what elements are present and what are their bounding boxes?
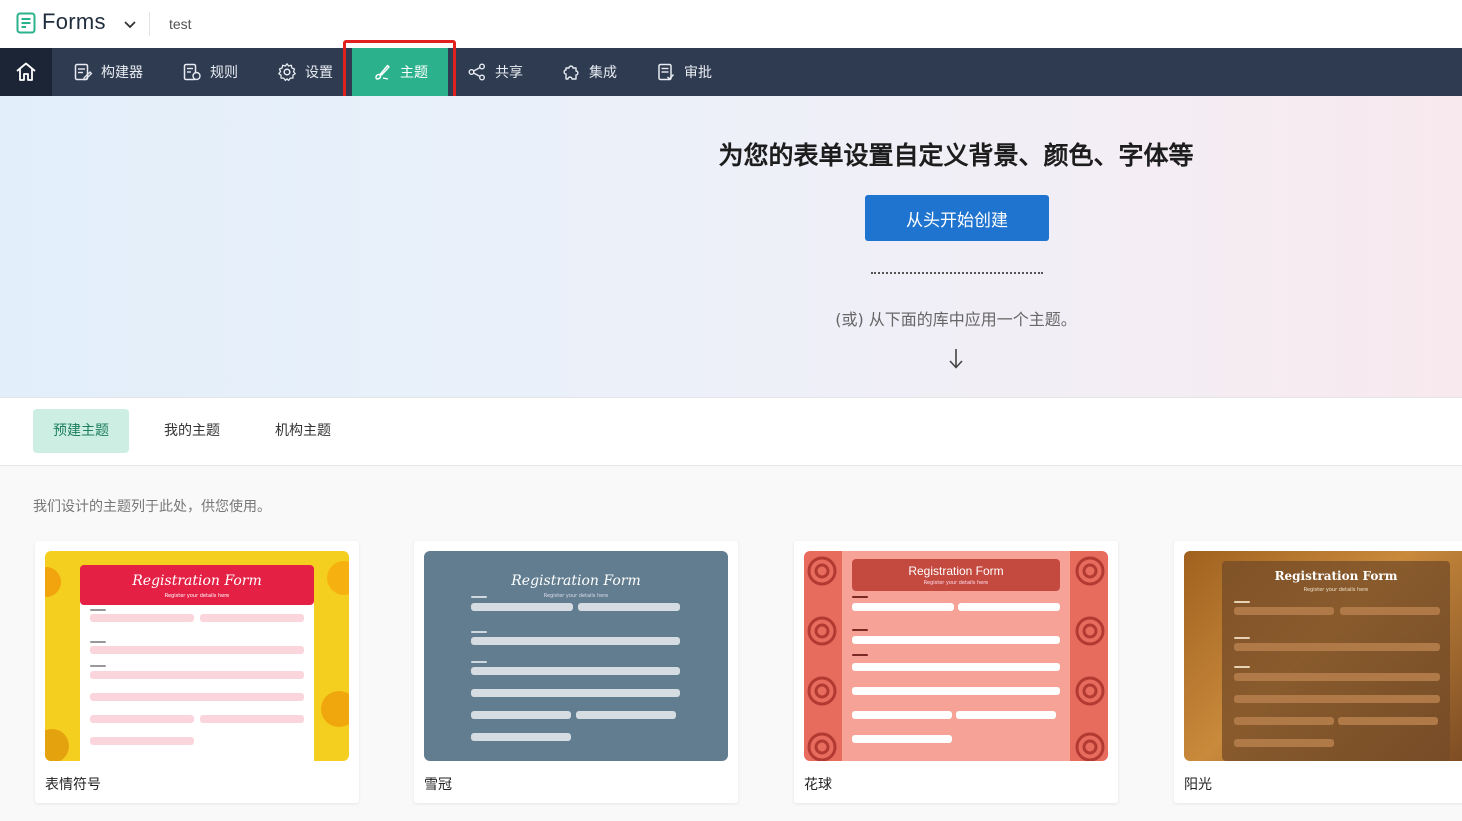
theme-hero: 为您的表单设置自定义背景、颜色、字体等 从头开始创建 (或) 从下面的库中应用一… <box>0 96 1462 398</box>
preview-subtitle: Register your details here <box>1303 587 1369 593</box>
tab-rules[interactable]: 规则 <box>182 48 238 96</box>
rules-icon <box>183 63 201 81</box>
tab-integrations[interactable]: 集成 <box>561 48 617 96</box>
tab-share-label: 共享 <box>495 65 523 81</box>
preview-subtitle: Register your details here <box>543 593 609 599</box>
tab-my-themes[interactable]: 我的主题 <box>144 409 240 453</box>
theme-name: 阳光 <box>1184 777 1212 793</box>
form-name[interactable]: test <box>169 16 192 32</box>
preview-title: Registration Form <box>132 573 262 589</box>
top-bar: Forms test <box>0 0 1462 48</box>
tab-prebuilt-themes[interactable]: 预建主题 <box>33 409 129 453</box>
theme-preview-sunshine[interactable]: Registration Form Register your details … <box>1184 551 1462 761</box>
tab-builder-label: 构建器 <box>101 65 143 81</box>
top-divider <box>149 12 150 36</box>
tab-builder[interactable]: 构建器 <box>73 48 143 96</box>
gallery-description: 我们设计的主题列于此处，供您使用。 <box>33 499 271 515</box>
preview-subtitle: Register your details here <box>164 593 230 599</box>
approval-icon <box>658 63 675 81</box>
tab-settings-label: 设置 <box>305 65 333 81</box>
tab-share[interactable]: 共享 <box>467 48 523 96</box>
puzzle-icon <box>563 65 579 80</box>
tab-integrations-label: 集成 <box>589 65 617 81</box>
hero-divider <box>871 272 1043 274</box>
app-name[interactable]: Forms <box>42 9 106 35</box>
theme-card-sunshine[interactable]: Registration Form Register your details … <box>1174 541 1462 803</box>
preview-subtitle: Register your details here <box>923 580 989 586</box>
tab-theme[interactable]: 主题 <box>352 48 448 96</box>
hero-title: 为您的表单设置自定义背景、颜色、字体等 <box>718 141 1194 170</box>
builder-icon <box>74 63 93 81</box>
forms-logo-icon[interactable] <box>16 12 36 34</box>
theme-preview-emoji[interactable]: Registration Form Register your details … <box>45 551 349 761</box>
arrow-down-icon <box>949 349 963 369</box>
theme-tabs: 预建主题 我的主题 机构主题 <box>0 398 1462 466</box>
tab-theme-label: 主题 <box>400 65 428 81</box>
nav-home-button[interactable] <box>0 48 52 96</box>
preview-title: Registration Form <box>1274 569 1398 583</box>
gear-icon <box>278 63 296 82</box>
create-from-scratch-button[interactable]: 从头开始创建 <box>865 195 1049 241</box>
hero-or-text: (或) 从下面的库中应用一个主题。 <box>835 310 1077 329</box>
theme-name: 花球 <box>804 777 832 793</box>
nav-bar: 构建器 规则 设置 主题 共享 集成 审批 <box>0 48 1462 96</box>
home-icon <box>16 62 36 81</box>
theme-name: 雪冠 <box>424 777 452 793</box>
theme-card-snowcap[interactable]: Registration Form Register your details … <box>414 541 738 803</box>
tab-approvals[interactable]: 审批 <box>656 48 712 96</box>
tab-settings[interactable]: 设置 <box>277 48 333 96</box>
share-icon <box>468 63 485 81</box>
theme-card-emoji[interactable]: Registration Form Register your details … <box>35 541 359 803</box>
theme-name: 表情符号 <box>45 777 101 793</box>
theme-card-pompom[interactable]: Registration Form Register your details … <box>794 541 1118 803</box>
theme-preview-pompom[interactable]: Registration Form Register your details … <box>804 551 1108 761</box>
tab-organization-themes[interactable]: 机构主题 <box>255 409 351 453</box>
theme-preview-snowcap[interactable]: Registration Form Register your details … <box>424 551 728 761</box>
preview-title: Registration Form <box>908 564 1004 578</box>
preview-title: Registration Form <box>511 573 641 589</box>
theme-brush-icon <box>375 64 390 80</box>
tab-approvals-label: 审批 <box>684 65 712 81</box>
theme-gallery: 我们设计的主题列于此处，供您使用。 Registration Form Regi… <box>0 466 1462 821</box>
chevron-down-icon[interactable] <box>122 16 138 32</box>
tab-rules-label: 规则 <box>210 65 238 81</box>
